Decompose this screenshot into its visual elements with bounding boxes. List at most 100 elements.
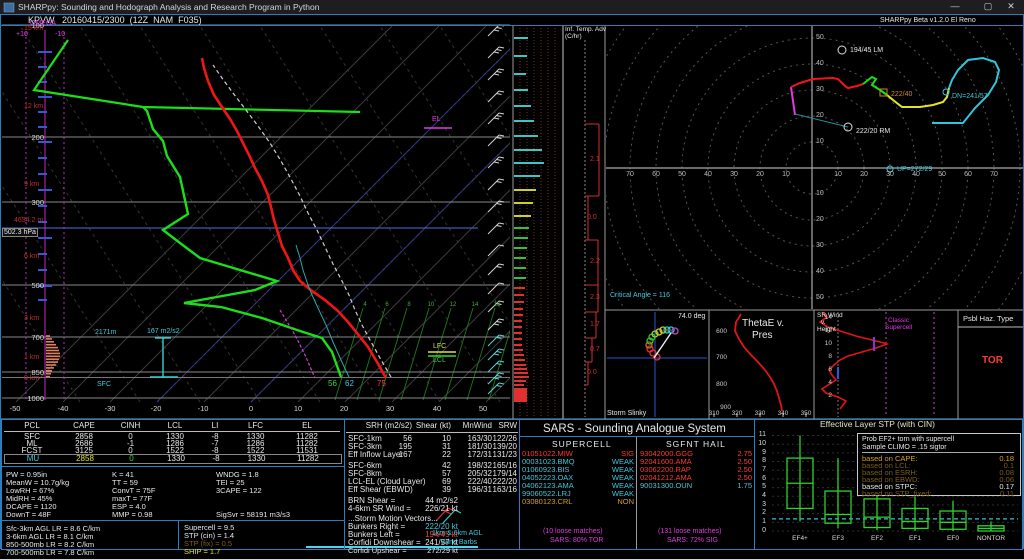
corfidi-down-marker-label: DN=241/57 (952, 93, 988, 100)
grid-line (488, 201, 499, 212)
thermo-divider-3 (178, 520, 179, 549)
thetae-title-1: ThetaE v. (742, 320, 784, 328)
version-label: SHARPpy Beta v1.2.0 El Reno (880, 17, 976, 24)
parcel-cell: 0 (109, 455, 154, 463)
grid-line (488, 179, 499, 190)
left-mover-label: 194/45 LM (850, 47, 883, 54)
right-mover-label: 222/20 RM (856, 128, 890, 135)
hodo-trace-9-12km (932, 58, 999, 123)
col-header: CINH (108, 422, 153, 430)
legend-title-2: Sample CLIMO = .15 sigtor (862, 444, 1014, 453)
sars-match[interactable]: 90031300.OUN1.75 (640, 482, 752, 490)
el-label: EL (432, 116, 441, 123)
lfc-label: LFC (433, 343, 446, 350)
col-header: SRW (498, 422, 517, 430)
cursor-height-readout: 4634.2 m (14, 217, 43, 224)
grid-line (499, 245, 504, 246)
grid-line (499, 113, 504, 114)
hazard-title: Psbl Haz. Type (963, 315, 1013, 323)
grid-line (497, 204, 502, 205)
mnwind-value: 196/31 (468, 486, 492, 494)
lcl-label: LCL (433, 357, 446, 364)
grid-line (497, 376, 502, 377)
surface-wetbulb-value: 62 (345, 380, 354, 388)
sars-supercell-footer-1: (10 loose matches) (543, 528, 603, 535)
dry-adiabat (620, 26, 860, 402)
close-button[interactable]: ✕ (1000, 1, 1022, 12)
col-header: LCL (153, 422, 197, 430)
moist-adiabat (401, 308, 429, 400)
dry-adiabat (80, 26, 320, 402)
hodo-trace-12km-plus (791, 87, 795, 115)
grid-line (488, 245, 499, 256)
grid-line (497, 352, 502, 353)
sars-hail-footer-1: (131 loose matches) (658, 528, 721, 535)
hodograph-plot[interactable] (578, 0, 1024, 419)
window-title: SHARPpy: Sounding and Hodograph Analysis… (18, 2, 319, 12)
temp-adv-units: (C/hr) (565, 34, 582, 41)
srh-value: 167 (399, 451, 412, 459)
match-id: 90031300.OUN (640, 482, 692, 490)
grid-line (499, 349, 504, 350)
col-header: EL (278, 422, 336, 430)
parcel-cell: -8 (198, 455, 234, 463)
grid-line (499, 283, 504, 284)
sars-match[interactable]: 03080123.CRLNON (522, 498, 634, 506)
col-header: LI (197, 422, 233, 430)
grid-line (497, 338, 502, 339)
legend-value: 0.11 (1000, 490, 1014, 498)
sars-hail-footer-2: SARS: 72% SIG (667, 537, 718, 544)
maximize-button[interactable]: ▢ (977, 1, 999, 12)
grid-line (499, 264, 504, 265)
thermo-divider-2 (1, 520, 344, 521)
isotherm (63, 26, 439, 402)
grid-line (494, 324, 499, 325)
sars-title: SARS - Sounding Analogue System (543, 423, 726, 435)
corfidi-up-row: Corfidi Upshear =272/29 kt (346, 547, 518, 554)
wind-barb (488, 361, 504, 372)
grid-line (497, 226, 502, 227)
parcel-table-header: PCL CAPE CINH LCL LI LFC EL (4, 422, 340, 432)
shear-value: 22 (442, 451, 451, 459)
grid-line (499, 301, 504, 302)
skewt-plot[interactable] (0, 25, 920, 419)
sars-supercell-footer-2: SARS: 80% TOR (550, 537, 603, 544)
grid-line (497, 386, 502, 387)
titlebar: SHARPpy: Sounding and Hodograph Analysis… (0, 0, 1024, 14)
barb-note-2: Wind Barbs (441, 539, 477, 546)
stp-title: Effective Layer STP (with CIN) (820, 420, 935, 428)
grid-line (499, 319, 504, 320)
left-mover-marker[interactable] (838, 46, 846, 54)
grid-line (497, 182, 502, 183)
thetae-title-2: Pres (752, 332, 773, 340)
header-bottom-border (0, 25, 1024, 26)
dry-adiabat (560, 26, 800, 402)
parcel-cell: 11282 (279, 455, 337, 463)
minimize-button[interactable]: — (944, 1, 966, 11)
col-header: CAPE (60, 422, 108, 430)
barb-note-1: 1km & 6km AGL (432, 530, 483, 537)
omega-title: OMEGA (30, 20, 56, 27)
grid-line (494, 162, 499, 163)
grid-line (497, 322, 502, 323)
sars-hail-header: SGFNT HAIL (666, 440, 726, 448)
parcel-row-mu-selected[interactable]: MU285801330-8133011282 (4, 454, 342, 464)
grid-line (497, 116, 502, 117)
dry-adiabat (440, 26, 680, 402)
wind-barb (488, 47, 504, 58)
grid-line (497, 28, 502, 29)
grid-line (488, 361, 499, 372)
parcel-cell: 2858 (61, 455, 109, 463)
isotherm (533, 26, 909, 402)
grid-line (497, 50, 502, 51)
srw-value: 163/16 (493, 486, 517, 494)
ship-value: SHIP = 1.7 (184, 548, 220, 556)
isotherm (16, 26, 392, 402)
dry-adiabat (500, 26, 740, 402)
kinematics-header: SRH (m2/s2) Shear (kt) MnWind SRW (346, 422, 518, 433)
wind-speed-bar (514, 388, 527, 402)
kin-row: Eff Inflow Layer16722172/31131/23 (346, 451, 518, 459)
corfidi-up-value: 272/29 kt (427, 547, 458, 555)
grid-line (497, 72, 502, 73)
grid-line (497, 304, 502, 305)
